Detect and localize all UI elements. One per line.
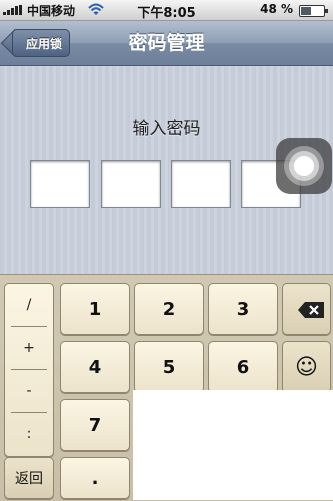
symbol-key-colon[interactable]: : bbox=[11, 413, 47, 455]
key-7[interactable]: 7 bbox=[60, 399, 130, 451]
key-dot[interactable]: . bbox=[60, 457, 130, 499]
battery-fill bbox=[301, 7, 311, 15]
key-4-label: 4 bbox=[88, 357, 102, 378]
return-key-label: 返回 bbox=[15, 471, 43, 487]
back-button[interactable]: 应用锁 bbox=[12, 29, 70, 57]
emoji-key[interactable]: ☺ bbox=[282, 341, 331, 393]
key-6-label: 6 bbox=[236, 357, 250, 378]
assistive-touch-button[interactable] bbox=[276, 138, 332, 194]
key-5[interactable]: 5 bbox=[134, 341, 204, 393]
symbol-column: / + - : bbox=[4, 283, 54, 457]
symbol-key-plus[interactable]: + bbox=[11, 327, 47, 370]
key-1[interactable]: 1 bbox=[60, 283, 130, 335]
smiley-icon: ☺ bbox=[295, 355, 318, 380]
battery-percent: 48 % bbox=[260, 2, 293, 16]
key-7-label: 7 bbox=[88, 415, 102, 436]
key-1-label: 1 bbox=[88, 299, 102, 320]
status-bar: 中国移动 下午8:05 48 % bbox=[0, 0, 333, 21]
key-2[interactable]: 2 bbox=[134, 283, 204, 335]
key-3-label: 3 bbox=[236, 299, 250, 320]
key-3[interactable]: 3 bbox=[208, 283, 278, 335]
pin-digit-box-1[interactable] bbox=[30, 160, 90, 208]
key-2-label: 2 bbox=[162, 299, 176, 320]
key-4[interactable]: 4 bbox=[60, 341, 130, 393]
key-5-label: 5 bbox=[162, 357, 176, 378]
symbol-key-slash[interactable]: / bbox=[11, 284, 47, 327]
key-6[interactable]: 6 bbox=[208, 341, 278, 393]
passcode-prompt: 输入密码 bbox=[132, 119, 201, 139]
pin-digit-box-3[interactable] bbox=[171, 160, 231, 208]
navigation-bar: 应用锁 密码管理 bbox=[0, 21, 333, 66]
pin-digit-box-2[interactable] bbox=[101, 160, 161, 208]
symbol-key-minus[interactable]: - bbox=[11, 370, 47, 413]
delete-backspace-icon bbox=[298, 302, 324, 318]
back-button-label: 应用锁 bbox=[25, 37, 62, 51]
return-key[interactable]: 返回 bbox=[4, 457, 54, 499]
white-overlay-patch bbox=[133, 390, 333, 500]
delete-key[interactable] bbox=[282, 283, 331, 335]
battery-icon bbox=[299, 5, 328, 17]
key-dot-label: . bbox=[91, 468, 99, 489]
